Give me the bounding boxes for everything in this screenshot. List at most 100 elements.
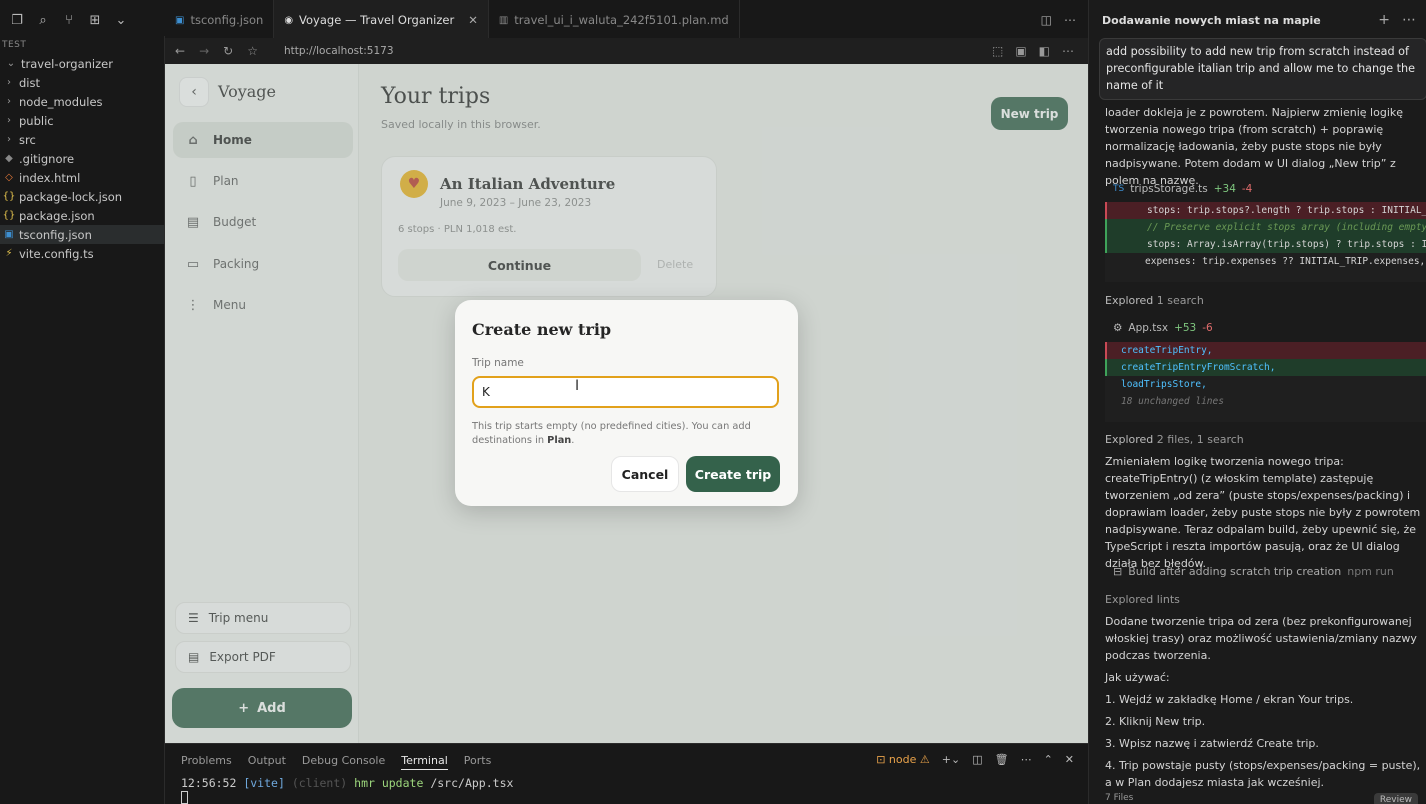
tab-debug-console[interactable]: Debug Console xyxy=(302,754,385,770)
explorer-item[interactable]: › dist xyxy=(0,73,164,92)
explorer-item-label: dist xyxy=(19,75,40,90)
tab-terminal[interactable]: Terminal xyxy=(401,754,448,770)
explorer-item-label: package-lock.json xyxy=(19,189,123,204)
editor-tabs: ▣ tsconfig.json ◉ Voyage — Travel Organize… xyxy=(165,0,1088,40)
tab-plan-md[interactable]: ▥ travel_ui_i_waluta_242f5101.plan.md xyxy=(489,0,740,40)
step-number: 3. xyxy=(1105,737,1116,750)
reload-icon[interactable]: ↻ xyxy=(223,44,233,58)
explored-files: Explored 2 files, 1 search xyxy=(1105,433,1244,446)
chat-panel: Dodawanie nowych miast na mapie + ⋯ add p… xyxy=(1088,0,1426,804)
build-step[interactable]: ⊟ Build after adding scratch trip creati… xyxy=(1113,565,1394,578)
screenshot-icon[interactable]: ▣ xyxy=(1015,44,1026,58)
plus-icon[interactable]: + xyxy=(1378,12,1390,28)
app-viewport: ‹ Voyage ⌂ Home ▯ Plan ▤ Budget ▭ Packing ⋮ M… xyxy=(165,64,1088,743)
diff-line: createTripEntry, xyxy=(1105,342,1426,359)
tab-problems[interactable]: Problems xyxy=(181,754,232,770)
more-icon[interactable]: ⋯ xyxy=(1402,12,1416,28)
trash-icon[interactable]: 🗑 xyxy=(995,753,1009,766)
term-hmr: hmr update xyxy=(354,776,424,790)
file-change-app[interactable]: ⚙ App.tsx +53 -6 xyxy=(1113,322,1213,334)
files-footer[interactable]: 7 Files xyxy=(1105,793,1133,803)
close-icon[interactable]: ✕ xyxy=(1065,753,1074,766)
forward-icon[interactable]: → xyxy=(199,44,209,58)
tab-tsconfig[interactable]: ▣ tsconfig.json xyxy=(165,0,275,40)
plus-icon[interactable]: +⌄ xyxy=(942,753,960,766)
step-text: Kliknij New trip. xyxy=(1119,715,1206,728)
explorer-item[interactable]: {} package-lock.json xyxy=(0,187,164,206)
file-explorer: TEST ⌄ travel-organizer › dist › node_module… xyxy=(0,36,165,804)
explorer-root-folder[interactable]: ⌄ travel-organizer xyxy=(0,54,164,73)
explorer-item[interactable]: ▣ tsconfig.json xyxy=(0,225,164,244)
build-command: npm run xyxy=(1347,565,1394,578)
terminal-node[interactable]: ⊡ node ⚠ xyxy=(876,753,930,766)
term-client: (client) xyxy=(291,776,348,790)
sidebar-toggle-icon[interactable]: ◧ xyxy=(1039,44,1050,58)
explorer-item-label: package.json xyxy=(19,208,95,223)
explorer-item[interactable]: ◇ index.html xyxy=(0,168,164,187)
chevron-right-icon: › xyxy=(7,115,11,126)
extensions-icon[interactable]: ⊞ xyxy=(84,9,106,31)
source-control-icon[interactable]: ⑂ xyxy=(58,9,80,31)
explorer-item[interactable]: › public xyxy=(0,111,164,130)
star-icon[interactable]: ☆ xyxy=(247,44,258,58)
howto-label: Jak używać: xyxy=(1105,671,1170,684)
more-icon[interactable]: ⋯ xyxy=(1021,753,1032,766)
ts-file-icon: ▣ xyxy=(175,14,185,26)
inspect-icon[interactable]: ⬚ xyxy=(992,44,1003,58)
files-icon[interactable]: ❐ xyxy=(6,9,28,31)
cancel-button[interactable]: Cancel xyxy=(611,456,679,492)
step-number: 4. xyxy=(1105,759,1116,772)
review-button[interactable]: Review xyxy=(1373,793,1418,804)
tab-voyage[interactable]: ◉ Voyage — Travel Organizer ✕ xyxy=(274,0,489,40)
terminal-icon: ⊡ xyxy=(876,753,886,766)
explorer-item[interactable]: ◆ .gitignore xyxy=(0,149,164,168)
dialog-title: Create new trip xyxy=(472,320,612,339)
split-editor-icon[interactable]: ◫ xyxy=(1041,13,1052,27)
explored-label: Explored xyxy=(1105,294,1154,307)
step-number: 1. xyxy=(1105,693,1116,706)
json-icon: {} xyxy=(2,191,16,202)
create-trip-button[interactable]: Create trip xyxy=(686,456,780,492)
explorer-item[interactable]: › src xyxy=(0,130,164,149)
terminal-icon: ⊟ xyxy=(1113,565,1123,578)
url-bar[interactable]: http://localhost:5173 xyxy=(284,45,394,57)
howto-step-2: 2. Kliknij New trip. xyxy=(1105,713,1205,730)
explorer-item[interactable]: ⚡ vite.config.ts xyxy=(0,244,164,263)
chevron-right-icon: › xyxy=(7,134,11,145)
trip-name-input[interactable] xyxy=(472,376,779,408)
chat-paragraph-3: Dodane tworzenie tripa od zera (bez prek… xyxy=(1105,615,1417,662)
close-icon[interactable]: ✕ xyxy=(468,13,478,27)
file-change-tripsstorage[interactable]: TS tripsStorage.ts +34 -4 xyxy=(1113,183,1252,195)
tab-output[interactable]: Output xyxy=(248,754,286,770)
term-path: /src/App.tsx xyxy=(430,776,514,790)
lines-removed: -4 xyxy=(1241,183,1253,195)
lines-removed: -6 xyxy=(1202,322,1213,334)
text-cursor-icon: I xyxy=(575,378,580,394)
lines-added: +53 xyxy=(1174,322,1197,334)
step-text: Trip powstaje pusty (stops/expenses/pack… xyxy=(1105,759,1421,789)
explorer-item[interactable]: › node_modules xyxy=(0,92,164,111)
step-text: Wpisz nazwę i zatwierdź Create trip. xyxy=(1119,737,1319,750)
split-icon[interactable]: ◫ xyxy=(972,753,982,766)
warning-icon: ⚠ xyxy=(919,753,930,766)
build-label: Build after adding scratch trip creation xyxy=(1128,565,1342,578)
user-prompt[interactable]: add possibility to add new trip from scr… xyxy=(1099,38,1426,100)
file-name: tripsStorage.ts xyxy=(1130,183,1208,195)
tab-ports[interactable]: Ports xyxy=(464,754,492,770)
diff-line: createTripEntryFromScratch, xyxy=(1105,359,1426,376)
search-icon[interactable]: ⌕ xyxy=(32,9,54,31)
ts-file-icon: ▣ xyxy=(4,229,14,240)
chevron-right-icon: › xyxy=(7,77,11,88)
explorer-section-title: TEST xyxy=(2,40,27,50)
more-icon[interactable]: ⋯ xyxy=(1064,13,1076,27)
back-icon[interactable]: ← xyxy=(175,44,185,58)
explorer-item-label: .gitignore xyxy=(19,151,75,166)
chat-paragraph-2: Zmieniałem logikę tworzenia nowego tripa… xyxy=(1105,455,1421,570)
chevron-down-icon: ⌄ xyxy=(6,58,16,69)
term-vite: [vite] xyxy=(243,776,285,790)
chevron-down-icon[interactable]: ⌄ xyxy=(110,9,132,31)
chevron-up-icon[interactable]: ⌃ xyxy=(1044,753,1053,766)
explorer-root-label: travel-organizer xyxy=(21,56,113,71)
more-icon[interactable]: ⋯ xyxy=(1062,44,1074,58)
explorer-item[interactable]: {} package.json xyxy=(0,206,164,225)
